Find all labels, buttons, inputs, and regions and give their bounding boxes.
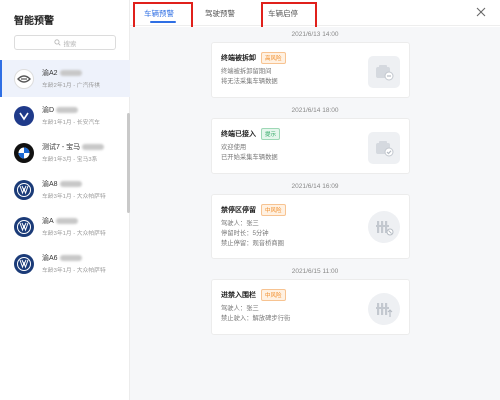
vehicle-name: 渝A6 [42, 253, 106, 263]
alert-time: 2021/6/14 18:00 [291, 107, 339, 114]
bmw-logo-icon [14, 142, 34, 163]
alert-line: 驾驶人：张三 [221, 305, 259, 312]
alert-line: 欢迎使用 [221, 144, 247, 151]
alert-card[interactable]: 终端被拆卸 高风险 终端被拆卸留期间 将无法采集车辆数据 [211, 42, 410, 98]
vehicle-item[interactable]: 渝A6 车龄3年1月 - 大众帕萨特 [0, 245, 130, 282]
alert-card[interactable]: 进禁入围栏 中风险 驾驶人：张三 禁止驶入：解放碑步行街 [211, 279, 410, 335]
alert-time: 2021/6/13 14:00 [291, 31, 339, 38]
alert-line: 将无法采集车辆数据 [221, 78, 278, 85]
vw-logo-icon [14, 216, 34, 237]
sidebar-title: 智能预警 [14, 16, 54, 27]
vehicle-name: 渝A8 [42, 179, 106, 189]
vehicle-subtitle: 车龄2年1月 - 广汽传祺 [42, 83, 100, 89]
alert-line: 已开始采集车辆数据 [221, 154, 278, 161]
alert-time: 2021/6/15 11:00 [291, 268, 339, 275]
vehicle-item[interactable]: 测试7 - 宝马 车龄1年3月 - 宝马3系 [0, 134, 130, 171]
highlight-box [133, 2, 193, 30]
device-connected-icon [368, 132, 400, 164]
alert-line: 终端被拆卸留期间 [221, 68, 272, 75]
changan-logo-icon [14, 105, 34, 126]
tip-badge: 提示 [261, 128, 281, 140]
close-icon[interactable] [476, 7, 486, 17]
alert-card[interactable]: 终端已接入 提示 欢迎使用 已开始采集车辆数据 [211, 118, 410, 174]
alert-title: 终端已接入 [221, 131, 256, 138]
alert-line: 禁止驶入：解放碑步行街 [221, 315, 291, 322]
risk-badge: 中风险 [261, 289, 286, 301]
vehicle-name: 渝A2 [42, 68, 100, 78]
alert-title: 进禁入围栏 [221, 292, 256, 299]
alert-time: 2021/6/14 16:09 [291, 183, 339, 190]
vehicle-sidebar: 智能预警 搜索 渝A2 车龄2年1月 - 广汽传祺 渝D 车龄1年1月 - 长安… [0, 0, 130, 400]
vehicle-subtitle: 车龄3年1月 - 大众帕萨特 [42, 194, 106, 200]
tab-driving-alert[interactable]: 驾驶预警 [205, 8, 235, 19]
search-placeholder: 搜索 [63, 40, 77, 48]
gac-logo-icon [14, 68, 34, 89]
vw-logo-icon [14, 253, 34, 274]
alert-title: 终端被拆卸 [221, 55, 256, 62]
alert-title: 禁停区停留 [221, 207, 256, 214]
vehicle-item[interactable]: 渝D 车龄1年1月 - 长安汽车 [0, 97, 130, 134]
alert-line: 驾驶人：张三 [221, 220, 259, 227]
vehicle-name: 测试7 - 宝马 [42, 142, 105, 152]
vehicle-subtitle: 车龄1年3月 - 宝马3系 [42, 157, 98, 163]
risk-badge: 中风险 [261, 204, 286, 216]
vehicle-item[interactable]: 渝A 车龄3年1月 - 大众帕萨特 [0, 208, 130, 245]
vehicle-list: 渝A2 车龄2年1月 - 广汽传祺 渝D 车龄1年1月 - 长安汽车 测试7 -… [0, 60, 130, 282]
vehicle-name: 渝D [42, 105, 100, 115]
alert-line: 停留时长：5分钟 [221, 230, 269, 237]
vehicle-item[interactable]: 渝A8 车龄3年1月 - 大众帕萨特 [0, 171, 130, 208]
alert-card[interactable]: 禁停区停留 中风险 驾驶人：张三 停留时长：5分钟 禁止停留：观音桥商圈 [211, 194, 410, 259]
risk-badge: 高风险 [261, 52, 286, 64]
search-icon [53, 39, 61, 46]
search-input[interactable]: 搜索 [14, 35, 116, 50]
vehicle-subtitle: 车龄3年1月 - 大众帕萨特 [42, 231, 106, 237]
device-remove-icon [368, 56, 400, 88]
vehicle-item[interactable]: 渝A2 车龄2年1月 - 广汽传祺 [0, 60, 130, 97]
alert-line: 禁止停留：观音桥商圈 [221, 240, 284, 247]
vehicle-subtitle: 车龄3年1月 - 大众帕萨特 [42, 268, 106, 274]
alert-feed: 2021/6/13 14:00 终端被拆卸 高风险 终端被拆卸留期间 将无法采集… [130, 27, 500, 400]
fence-enter-icon [368, 293, 400, 325]
no-parking-icon [368, 211, 400, 243]
vw-logo-icon [14, 179, 34, 200]
vehicle-name: 渝A [42, 216, 106, 226]
vehicle-subtitle: 车龄1年1月 - 长安汽车 [42, 120, 100, 126]
highlight-box [261, 2, 317, 30]
